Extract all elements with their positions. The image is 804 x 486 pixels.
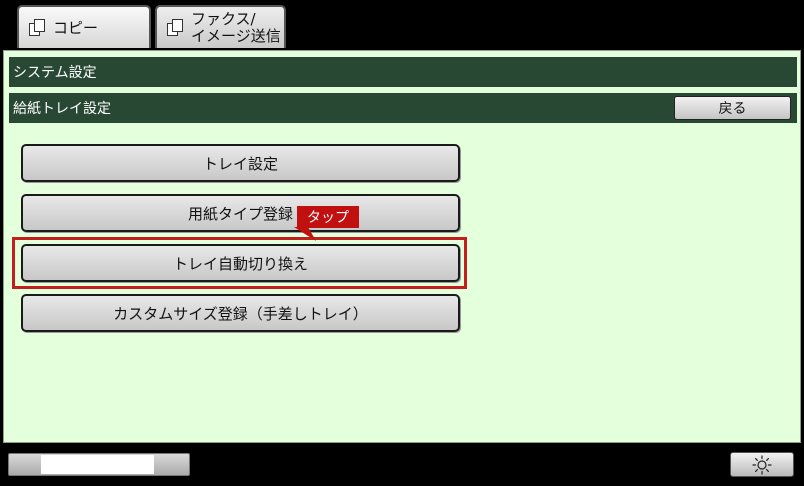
system-settings-title: システム設定 [13,65,97,81]
back-button[interactable]: 戻る [674,96,791,120]
fax-scan-icon [167,18,185,37]
tab-fax-image-send[interactable]: ファクス/ イメージ送信 [155,5,286,48]
sun-icon [752,454,772,475]
custom-size-register-button[interactable]: カスタムサイズ登録（手差しトレイ） [21,294,460,332]
settings-panel: システム設定 給紙トレイ設定 戻る トレイ設定 用紙タイプ登録 トレイ自動切り換… [3,50,801,443]
bottom-status-bar [0,443,804,486]
paper-type-register-button[interactable]: 用紙タイプ登録 [21,194,460,232]
tray-settings-button[interactable]: トレイ設定 [21,144,460,182]
tab-copy[interactable]: コピー [17,5,151,48]
mode-tab-bar: コピー ファクス/ イメージ送信 [0,0,804,50]
copy-icon [29,18,47,37]
highlight-frame [12,237,467,289]
status-indicator [8,453,190,476]
tab-fax-label: ファクス/ イメージ送信 [191,9,281,45]
tab-copy-label: コピー [53,19,99,37]
tap-callout: タップ [297,206,359,228]
tray-settings-title: 給紙トレイ設定 [13,101,111,117]
tray-settings-header: 給紙トレイ設定 戻る [9,93,797,123]
system-settings-header: システム設定 [9,57,797,87]
status-indicator-fill [41,455,154,474]
brightness-button[interactable] [730,452,794,477]
